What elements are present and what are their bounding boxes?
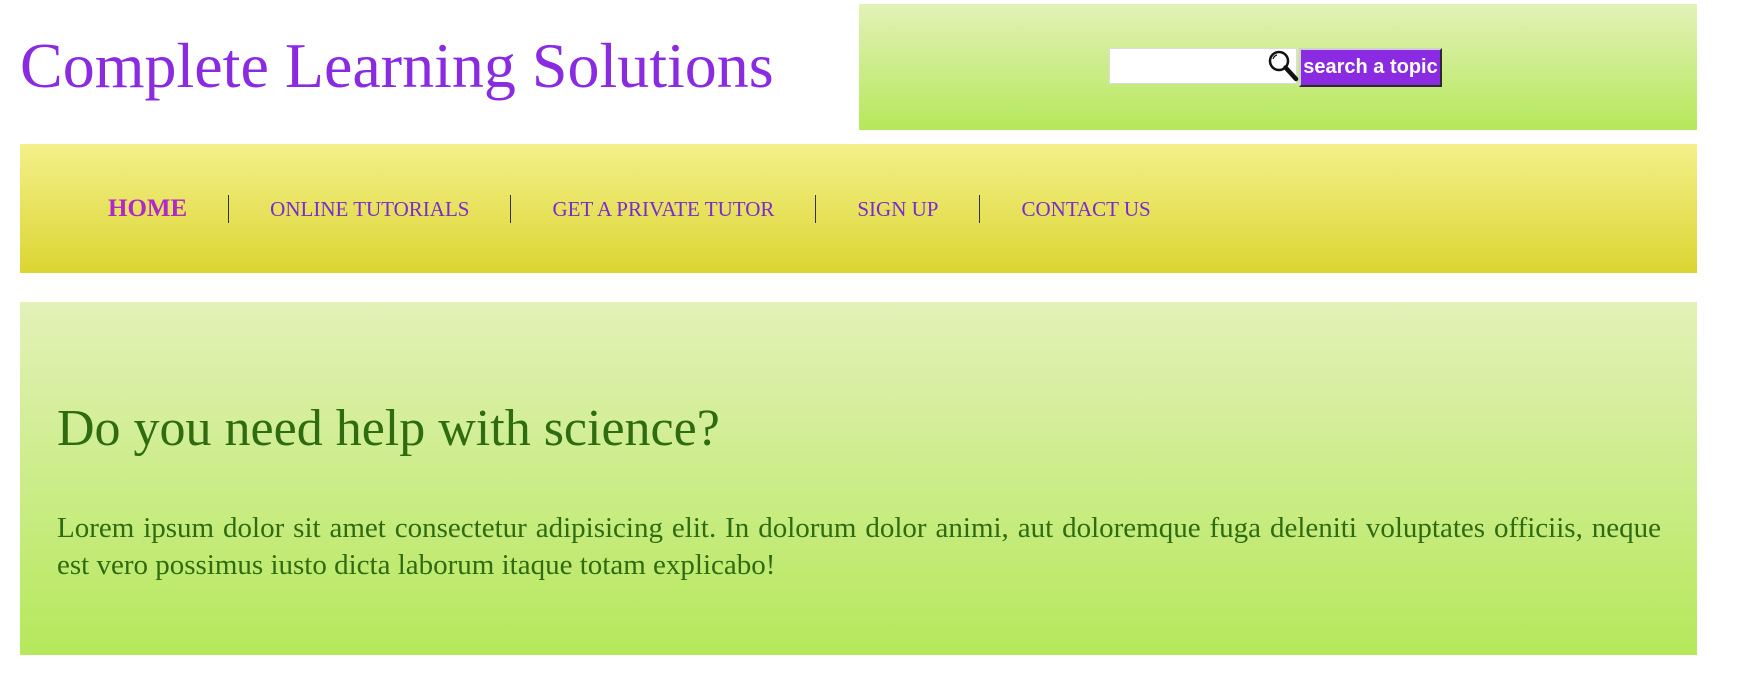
nav-item-home: HOME <box>108 194 230 223</box>
nav-item-contact-us: CONTACT US <box>980 195 1191 223</box>
search-icon[interactable] <box>1267 49 1299 83</box>
hero-paragraph: Lorem ipsum dolor sit amet consectetur a… <box>57 512 1661 581</box>
nav-item-online-tutorials: ONLINE TUTORIALS <box>229 194 512 223</box>
search-panel: search a topic <box>859 4 1697 130</box>
nav-link-home[interactable]: HOME <box>108 195 228 223</box>
nav-link-sign-up[interactable]: SIGN UP <box>816 195 979 223</box>
hero-section: Do you need help with science? Lorem ips… <box>20 302 1697 655</box>
nav-link-contact-us[interactable]: CONTACT US <box>980 195 1191 223</box>
nav-list: HOME ONLINE TUTORIALS GET A PRIVATE TUTO… <box>20 144 1697 273</box>
search-button[interactable]: search a topic <box>1299 48 1442 87</box>
nav-link-online-tutorials[interactable]: ONLINE TUTORIALS <box>229 195 510 223</box>
nav-item-sign-up: SIGN UP <box>816 194 981 223</box>
site-title: Complete Learning Solutions <box>20 30 774 101</box>
main-navigation: HOME ONLINE TUTORIALS GET A PRIVATE TUTO… <box>20 144 1697 273</box>
hero-heading: Do you need help with science? <box>57 400 720 457</box>
nav-item-private-tutor: GET A PRIVATE TUTOR <box>511 194 817 223</box>
nav-link-private-tutor[interactable]: GET A PRIVATE TUTOR <box>511 195 815 223</box>
